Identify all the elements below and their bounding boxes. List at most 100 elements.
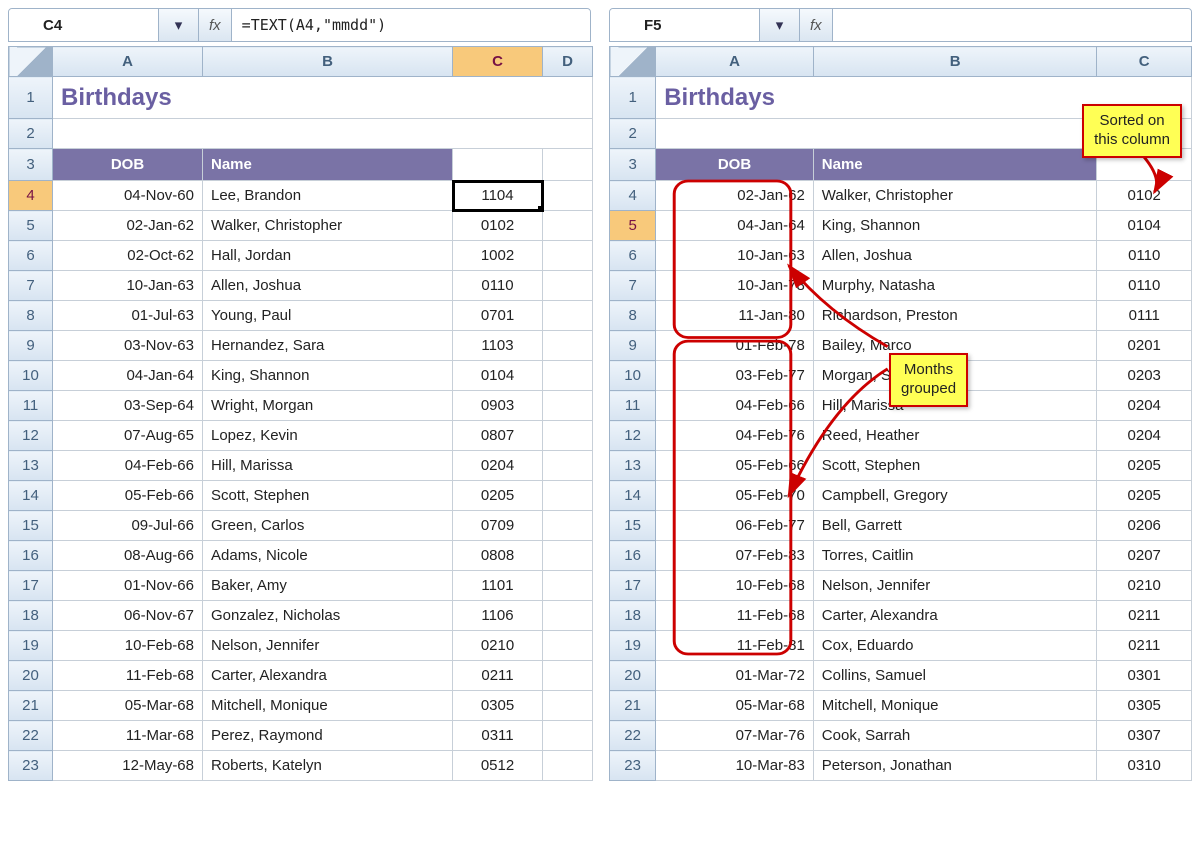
cell-mmdd[interactable]: 1103 <box>453 331 543 361</box>
row-header[interactable]: 22 <box>9 721 53 751</box>
row-header[interactable]: 8 <box>610 301 656 331</box>
col-header[interactable]: A <box>656 47 814 77</box>
row-header[interactable]: 13 <box>9 451 53 481</box>
cell-dob[interactable]: 03-Feb-77 <box>656 361 814 391</box>
cell-mmdd[interactable]: 0307 <box>1097 721 1192 751</box>
row-header[interactable]: 13 <box>610 451 656 481</box>
row-header[interactable]: 17 <box>610 571 656 601</box>
row-header[interactable]: 5 <box>9 211 53 241</box>
cell-mmdd[interactable]: 0205 <box>453 481 543 511</box>
cell-mmdd[interactable]: 0709 <box>453 511 543 541</box>
cell[interactable] <box>543 601 593 631</box>
cell-mmdd[interactable]: 1104 <box>453 181 543 211</box>
row-header[interactable]: 16 <box>610 541 656 571</box>
cell-mmdd[interactable]: 0211 <box>1097 631 1192 661</box>
cell[interactable] <box>543 571 593 601</box>
cell-name[interactable]: Cook, Sarrah <box>813 721 1097 751</box>
cell[interactable] <box>543 691 593 721</box>
name-box-dropdown[interactable]: ▾ <box>159 9 199 41</box>
cell-mmdd[interactable]: 0701 <box>453 301 543 331</box>
cell-mmdd[interactable]: 1002 <box>453 241 543 271</box>
row-header[interactable]: 4 <box>9 181 53 211</box>
cell[interactable] <box>543 301 593 331</box>
cell-name[interactable]: Walker, Christopher <box>203 211 453 241</box>
cell-dob[interactable]: 02-Oct-62 <box>53 241 203 271</box>
cell[interactable] <box>543 149 593 181</box>
row-header[interactable]: 7 <box>610 271 656 301</box>
cell-mmdd[interactable]: 0206 <box>1097 511 1192 541</box>
cell[interactable] <box>543 631 593 661</box>
row-header[interactable]: 3 <box>610 149 656 181</box>
cell-dob[interactable]: 11-Feb-68 <box>656 601 814 631</box>
cell-name[interactable]: Hernandez, Sara <box>203 331 453 361</box>
row-header[interactable]: 3 <box>9 149 53 181</box>
insert-function-button[interactable]: fx <box>800 9 833 41</box>
cell-dob[interactable]: 10-Jan-63 <box>656 241 814 271</box>
cell-mmdd[interactable]: 0205 <box>1097 451 1192 481</box>
cell-dob[interactable]: 01-Feb-78 <box>656 331 814 361</box>
cell-name[interactable]: Young, Paul <box>203 301 453 331</box>
row-header[interactable]: 15 <box>9 511 53 541</box>
row-header[interactable]: 9 <box>610 331 656 361</box>
cell-name[interactable]: Carter, Alexandra <box>813 601 1097 631</box>
row-header[interactable]: 11 <box>610 391 656 421</box>
row-header[interactable]: 14 <box>9 481 53 511</box>
row-header[interactable]: 9 <box>9 331 53 361</box>
cell[interactable] <box>53 119 593 149</box>
cell-mmdd[interactable]: 0808 <box>453 541 543 571</box>
cell-dob[interactable]: 12-May-68 <box>53 751 203 781</box>
cell-mmdd[interactable]: 0204 <box>1097 421 1192 451</box>
cell-mmdd[interactable]: 0211 <box>1097 601 1192 631</box>
cell-mmdd[interactable]: 0305 <box>1097 691 1192 721</box>
cell-name[interactable]: Nelson, Jennifer <box>203 631 453 661</box>
cell[interactable] <box>543 511 593 541</box>
cell-dob[interactable]: 10-Feb-68 <box>53 631 203 661</box>
cell-mmdd[interactable]: 0205 <box>1097 481 1192 511</box>
row-header[interactable]: 19 <box>9 631 53 661</box>
cell-dob[interactable]: 02-Jan-62 <box>656 181 814 211</box>
cell-dob[interactable]: 04-Jan-64 <box>53 361 203 391</box>
grid-left[interactable]: A B C D 1 Birthdays2 3 DOB Name 4 04-Nov… <box>8 46 593 781</box>
name-box[interactable]: C4 <box>9 9 159 41</box>
cell-dob[interactable]: 01-Jul-63 <box>53 301 203 331</box>
cell-dob[interactable]: 06-Nov-67 <box>53 601 203 631</box>
row-header[interactable]: 23 <box>9 751 53 781</box>
cell-dob[interactable]: 04-Jan-64 <box>656 211 814 241</box>
col-header[interactable]: A <box>53 47 203 77</box>
cell-mmdd[interactable]: 0201 <box>1097 331 1192 361</box>
row-header[interactable]: 18 <box>9 601 53 631</box>
cell-name[interactable]: Bell, Garrett <box>813 511 1097 541</box>
cell-mmdd[interactable]: 0204 <box>453 451 543 481</box>
cell-name[interactable]: Green, Carlos <box>203 511 453 541</box>
row-header[interactable]: 6 <box>9 241 53 271</box>
cell-dob[interactable]: 01-Nov-66 <box>53 571 203 601</box>
cell-name[interactable]: Hall, Jordan <box>203 241 453 271</box>
cell-mmdd[interactable]: 0311 <box>453 721 543 751</box>
row-header[interactable]: 12 <box>9 421 53 451</box>
row-header[interactable]: 20 <box>9 661 53 691</box>
cell-dob[interactable]: 05-Mar-68 <box>656 691 814 721</box>
row-header[interactable]: 22 <box>610 721 656 751</box>
row-header[interactable]: 14 <box>610 481 656 511</box>
cell-mmdd[interactable]: 0211 <box>453 661 543 691</box>
cell-name[interactable]: Peterson, Jonathan <box>813 751 1097 781</box>
cell-dob[interactable]: 07-Mar-76 <box>656 721 814 751</box>
cell-dob[interactable]: 04-Feb-76 <box>656 421 814 451</box>
cell-dob[interactable]: 07-Aug-65 <box>53 421 203 451</box>
cell[interactable] <box>543 391 593 421</box>
cell[interactable] <box>543 181 593 211</box>
cell[interactable] <box>543 271 593 301</box>
cell-name[interactable]: Reed, Heather <box>813 421 1097 451</box>
cell-dob[interactable]: 03-Nov-63 <box>53 331 203 361</box>
cell-name[interactable]: Walker, Christopher <box>813 181 1097 211</box>
cell-mmdd[interactable]: 0203 <box>1097 361 1192 391</box>
cell-name[interactable]: Cox, Eduardo <box>813 631 1097 661</box>
cell-name[interactable]: Roberts, Katelyn <box>203 751 453 781</box>
cell-dob[interactable]: 10-Jan-78 <box>656 271 814 301</box>
cell-name[interactable]: Mitchell, Monique <box>813 691 1097 721</box>
select-all-corner[interactable] <box>9 47 53 77</box>
cell-mmdd[interactable]: 0512 <box>453 751 543 781</box>
cell-mmdd[interactable]: 0204 <box>1097 391 1192 421</box>
cell-dob[interactable]: 05-Feb-66 <box>53 481 203 511</box>
row-header[interactable]: 7 <box>9 271 53 301</box>
